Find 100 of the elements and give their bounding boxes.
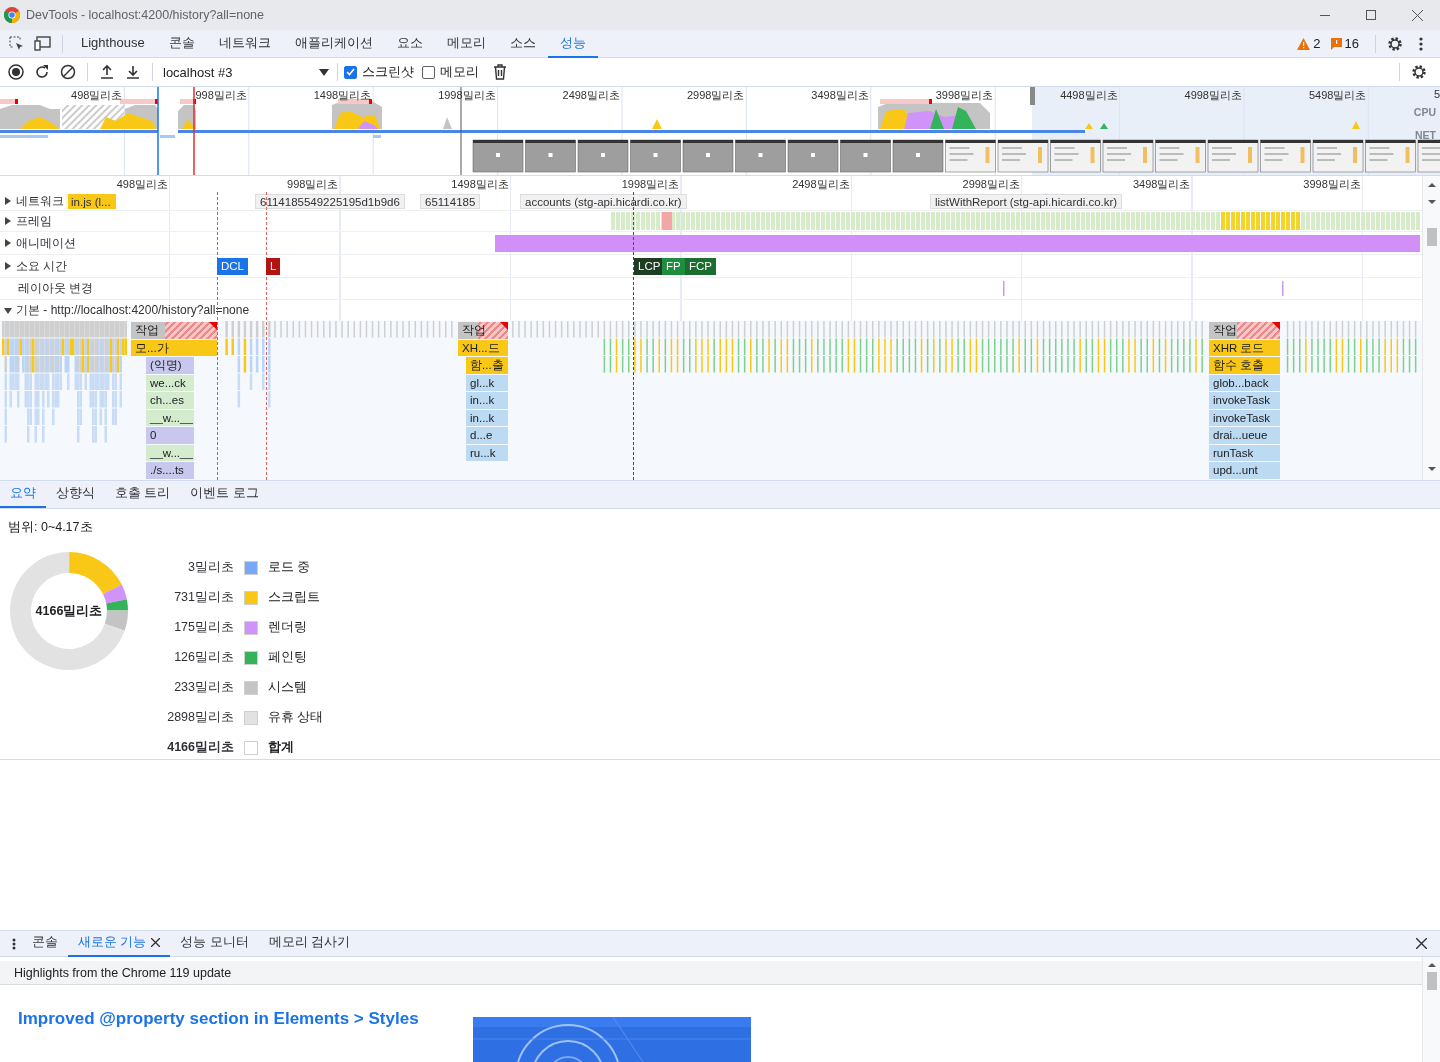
checkbox-label: 메모리 <box>440 63 479 81</box>
time-tick: 2998밀리초 <box>962 177 1020 192</box>
flame-entry[interactable]: XHR 로드 <box>1209 339 1280 356</box>
detail-tab[interactable]: 요약 <box>0 481 46 508</box>
flame-entry[interactable]: __w...__ <box>146 444 194 461</box>
counter-value: 2 <box>1313 36 1321 51</box>
option-checkbox[interactable]: 메모리 <box>422 63 479 81</box>
time-tick: 4498밀리초 <box>1060 88 1118 103</box>
legend-label: 렌더링 <box>268 619 308 636</box>
flame-entry[interactable]: ./s....ts <box>146 462 194 479</box>
expand-arrow-icon <box>4 306 12 315</box>
flame-entry[interactable]: we...ck <box>146 374 194 391</box>
flame-entry[interactable]: in...k <box>466 409 508 426</box>
checkbox[interactable] <box>344 65 357 79</box>
flame-entry[interactable]: 0 <box>146 427 194 444</box>
legend-label: 유휴 상태 <box>268 709 324 726</box>
minimize-icon <box>1320 14 1330 16</box>
legend-label: 페인팅 <box>268 649 308 666</box>
detail-tab[interactable]: 상향식 <box>46 481 105 508</box>
timing-marker[interactable]: LCP <box>634 258 665 275</box>
close-icon <box>1411 9 1423 21</box>
flame-entry[interactable]: 함...출 <box>466 357 508 374</box>
flame-entry[interactable]: runTask <box>1209 444 1280 461</box>
network-request[interactable]: in.js (l... <box>66 194 116 209</box>
caret-icon <box>319 68 329 76</box>
legend-label: 스크립트 <box>268 589 321 606</box>
feature-link[interactable]: Improved @property section in Elements > Styles <box>18 1009 473 1029</box>
flame-entry[interactable]: upd...unt <box>1209 462 1280 479</box>
flame-entry[interactable]: invokeTask <box>1209 409 1280 426</box>
legend-value: 4166밀리초 <box>166 739 234 756</box>
window-title: DevTools - localhost:4200/history?all=none <box>26 8 265 22</box>
time-tick: 498밀리초 <box>116 177 168 192</box>
device-icon <box>34 36 52 51</box>
network-request[interactable]: 6114185549225195d1b9d6 <box>255 194 405 209</box>
panel-tab[interactable]: 네트워크 <box>206 29 283 58</box>
more-icon <box>12 937 16 950</box>
issue-flag-icon <box>1330 37 1342 50</box>
legend-value: 233밀리초 <box>173 679 234 696</box>
track-header[interactable]: 기본 - http://localhost:4200/history?all=none <box>0 302 254 319</box>
close-icon[interactable] <box>151 938 161 947</box>
panel-tab[interactable]: Lighthouse <box>69 29 157 58</box>
option-checkbox[interactable]: 스크린샷 <box>344 63 414 81</box>
settings-icon <box>1387 35 1403 52</box>
issue-counter[interactable]: 16 <box>1330 36 1359 51</box>
flame-entry[interactable]: 작업 <box>1209 322 1280 339</box>
flame-entry[interactable]: in...k <box>466 392 508 409</box>
detail-tab[interactable]: 호출 트리 <box>105 481 181 508</box>
time-tick: 1498밀리초 <box>313 88 372 103</box>
warning-icon <box>1297 37 1311 50</box>
flame-entry[interactable]: 모...가 <box>131 339 217 356</box>
timing-marker[interactable]: DCL <box>217 258 248 275</box>
flame-entry[interactable]: ru...k <box>466 444 508 461</box>
time-tick: 998밀리초 <box>195 88 247 103</box>
collapse-arrow-icon <box>4 262 12 270</box>
flame-entry[interactable]: glob...back <box>1209 374 1280 391</box>
download-icon <box>125 64 141 80</box>
flame-entry[interactable]: d...e <box>466 427 508 444</box>
network-request[interactable]: 65114185 <box>420 194 481 209</box>
time-tick: 5 <box>1433 88 1440 100</box>
legend-label: 시스템 <box>268 679 308 696</box>
time-tick: 998밀리초 <box>287 177 339 192</box>
flame-entry[interactable]: gl...k <box>466 374 508 391</box>
drawer-tab[interactable]: 성능 모니터 <box>170 930 259 957</box>
time-tick: 2998밀리초 <box>686 88 745 103</box>
flame-entry[interactable]: ch...es <box>146 392 194 409</box>
upload-icon <box>99 64 115 80</box>
drawer-tab[interactable]: 새로운 기능 <box>68 930 171 957</box>
timing-marker[interactable]: FP <box>662 258 685 275</box>
flame-entry[interactable]: (익명) <box>146 357 194 374</box>
collapse-arrow-icon <box>4 217 12 225</box>
time-tick: 3998밀리초 <box>1303 177 1361 192</box>
network-request[interactable]: accounts (stg-api.hicardi.co.kr) <box>520 194 687 209</box>
flame-entry[interactable]: drai...ueue <box>1209 427 1280 444</box>
checkbox-label: 스크린샷 <box>362 63 414 81</box>
legend-value: 175밀리초 <box>173 619 234 636</box>
drawer-tab[interactable]: 메모리 검사기 <box>258 930 361 957</box>
flame-entry[interactable]: 함수 호출 <box>1209 357 1280 374</box>
timing-marker[interactable]: FCP <box>685 258 716 275</box>
panel-tab[interactable]: 콘솔 <box>156 29 207 58</box>
network-request[interactable]: listWithReport (stg-api.hicardi.co.kr) <box>930 194 1123 209</box>
flame-entry[interactable]: XH...드 <box>458 339 508 356</box>
flame-entry[interactable]: invokeTask <box>1209 392 1280 409</box>
flame-entry[interactable]: 작업 <box>131 322 217 339</box>
panel-tab[interactable]: 메모리 <box>434 29 498 58</box>
time-tick: 3998밀리초 <box>935 88 994 103</box>
flame-entry[interactable]: __w...__ <box>146 409 194 426</box>
detail-tab[interactable]: 이벤트 로그 <box>180 481 269 508</box>
time-tick: 498밀리초 <box>71 88 123 103</box>
timing-marker[interactable]: L <box>266 258 281 275</box>
legend-value: 731밀리초 <box>173 589 234 606</box>
time-tick: 3498밀리초 <box>811 88 869 103</box>
panel-tab[interactable]: 소스 <box>497 29 548 58</box>
checkbox[interactable] <box>422 65 435 79</box>
panel-tab[interactable]: 요소 <box>384 29 435 58</box>
time-tick: 4998밀리초 <box>1184 88 1242 103</box>
warning-counter[interactable]: 2 <box>1297 36 1321 51</box>
time-tick: 1498밀리초 <box>451 177 509 192</box>
panel-tab[interactable]: 애플리케이션 <box>282 29 385 58</box>
drawer-tab[interactable]: 콘솔 <box>22 930 68 957</box>
flame-entry[interactable]: 작업 <box>458 322 508 339</box>
